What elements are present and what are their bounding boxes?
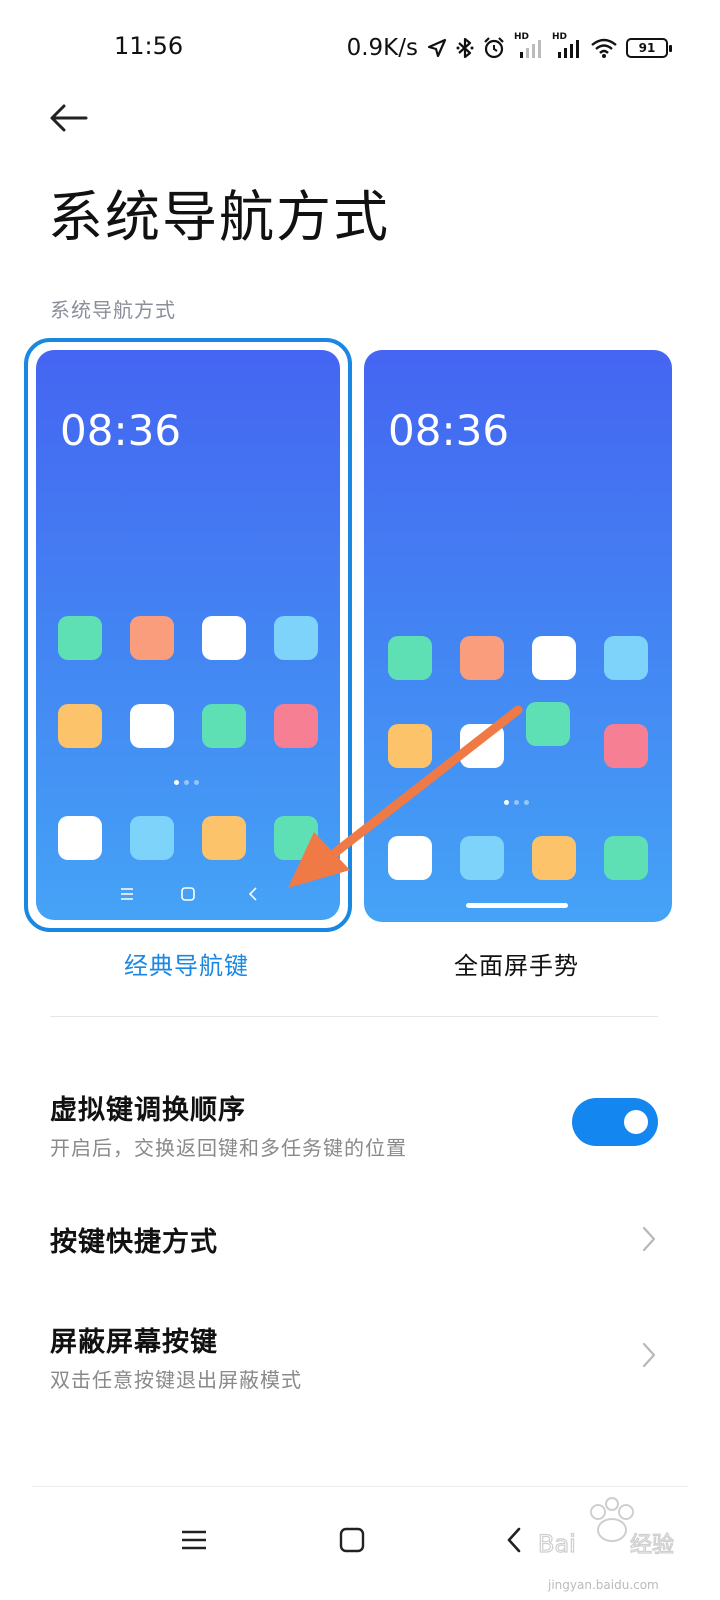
back-button[interactable] <box>40 96 96 140</box>
status-icons: 0.9K/s HD HD 91 <box>346 32 672 64</box>
classic-preview-screen: 08:36 <box>36 350 340 920</box>
svg-text:经验: 经验 <box>630 1533 674 1558</box>
preview-time: 08:36 <box>388 406 510 455</box>
toggle-knob <box>624 1110 648 1134</box>
preview-app-icon <box>202 616 246 660</box>
home-square-icon <box>339 1527 365 1553</box>
preview-app-icon <box>388 636 432 680</box>
setting-subtitle: 双击任意按键退出屏蔽模式 <box>50 1368 302 1392</box>
section-label: 系统导航方式 <box>50 298 176 322</box>
arrow-left-icon <box>50 104 88 132</box>
preview-app-icon <box>460 836 504 880</box>
battery-level: 91 <box>638 41 656 55</box>
preview-nav-keys <box>36 882 340 906</box>
preview-app-icon <box>130 616 174 660</box>
back-chevron-icon <box>507 1527 521 1553</box>
section-divider <box>50 1016 658 1017</box>
option-label-gesture[interactable]: 全面屏手势 <box>454 946 579 981</box>
alarm-icon <box>484 37 504 59</box>
setting-title: 屏蔽屏幕按键 <box>50 1327 218 1358</box>
option-label-classic[interactable]: 经典导航键 <box>124 946 249 981</box>
setting-title: 按键快捷方式 <box>50 1227 218 1258</box>
preview-app-icon <box>526 702 570 746</box>
home-button[interactable] <box>322 1510 382 1570</box>
wifi-icon <box>591 38 617 58</box>
preview-app-icon <box>604 724 648 768</box>
net-speed: 0.9K/s <box>346 35 418 61</box>
battery-icon: 91 <box>626 38 672 58</box>
chevron-right-icon <box>642 1226 656 1252</box>
preview-app-icon <box>202 816 246 860</box>
watermark-url: jingyan.baidu.com <box>548 1578 659 1592</box>
swap-order-toggle[interactable] <box>572 1098 658 1146</box>
preview-app-icon <box>58 816 102 860</box>
bluetooth-icon <box>456 37 474 59</box>
recents-button[interactable] <box>164 1510 224 1570</box>
menu-icon <box>121 888 133 900</box>
preview-time: 08:36 <box>60 406 182 455</box>
setting-shortcuts[interactable]: 按键快捷方式 <box>0 1210 720 1270</box>
setting-title: 虚拟键调换顺序 <box>50 1095 246 1126</box>
preview-app-icon <box>388 836 432 880</box>
signal-icon-sim1: HD <box>514 32 544 60</box>
preview-app-icon <box>274 616 318 660</box>
home-square-icon <box>181 887 195 901</box>
baidu-watermark-logo: Bai 经验 <box>538 1497 675 1559</box>
menu-icon <box>182 1530 206 1550</box>
status-time: 11:56 <box>114 32 184 60</box>
setting-block-keys[interactable]: 屏蔽屏幕按键 双击任意按键退出屏蔽模式 <box>0 1312 720 1408</box>
page-indicator <box>174 780 199 785</box>
chevron-right-icon <box>642 1342 656 1368</box>
option-gesture-nav[interactable]: 08:36 <box>364 350 672 922</box>
preview-app-icon <box>58 616 102 660</box>
preview-app-icon <box>274 704 318 748</box>
page-indicator <box>504 800 529 805</box>
preview-app-icon <box>202 704 246 748</box>
preview-app-icon <box>460 724 504 768</box>
preview-app-icon <box>532 836 576 880</box>
preview-app-icon <box>604 636 648 680</box>
location-icon <box>427 38 447 58</box>
status-bar: 11:56 0.9K/s HD HD 91 <box>0 0 720 96</box>
back-nav-button[interactable] <box>484 1510 544 1570</box>
setting-subtitle: 开启后，交换返回键和多任务键的位置 <box>50 1136 407 1160</box>
preview-app-icon <box>604 836 648 880</box>
preview-app-icon <box>532 636 576 680</box>
preview-app-icon <box>460 636 504 680</box>
back-chevron-icon <box>248 887 257 901</box>
signal-icon-sim2: HD <box>552 32 582 60</box>
svg-text:Bai: Bai <box>538 1530 576 1558</box>
preview-app-icon <box>130 704 174 748</box>
page-title: 系统导航方式 <box>48 185 391 249</box>
preview-app-icon <box>58 704 102 748</box>
nav-divider <box>32 1486 688 1487</box>
preview-app-icon <box>274 816 318 860</box>
setting-swap-order[interactable]: 虚拟键调换顺序 开启后，交换返回键和多任务键的位置 <box>0 1080 720 1176</box>
option-classic-nav[interactable]: 08:36 <box>24 338 352 932</box>
preview-app-icon <box>388 724 432 768</box>
preview-app-icon <box>130 816 174 860</box>
gesture-preview-screen: 08:36 <box>364 350 672 922</box>
gesture-home-bar <box>466 903 568 908</box>
